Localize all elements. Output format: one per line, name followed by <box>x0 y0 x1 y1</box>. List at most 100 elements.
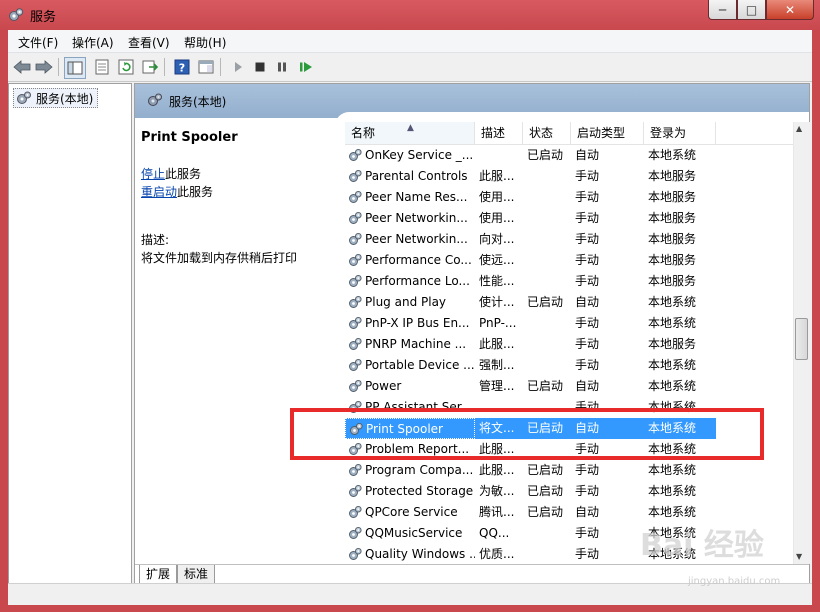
service-startup-type-cell: 自动 <box>575 505 600 519</box>
tree-item-services-local[interactable]: 服务(本地) <box>13 88 99 108</box>
services-window: 服务 ─ □ ✕ 文件(F) 操作(A) 查看(V) 帮助(H) ? 服务(本地… <box>0 0 820 612</box>
service-name-text: OnKey Service _... <box>365 148 474 162</box>
scroll-down-icon[interactable]: ▼ <box>796 552 802 561</box>
service-gear-icon <box>349 211 362 224</box>
service-description-cell: 此服... <box>479 337 515 351</box>
service-name-cell: PNRP Machine ... <box>345 334 475 355</box>
service-status-cell: 已启动 <box>527 505 564 519</box>
service-startup-type-cell: 手动 <box>575 190 600 204</box>
service-name-text: PnP-X IP Bus En... <box>365 316 470 330</box>
table-row[interactable]: Program Compa... 此服... 已启动 手动 本地系统 <box>345 460 793 481</box>
stop-service-icon[interactable] <box>250 57 270 77</box>
service-logon-cell: 本地系统 <box>648 358 697 372</box>
back-arrow-icon[interactable] <box>12 57 32 77</box>
service-description-cell: QQ... <box>479 526 510 540</box>
table-row[interactable]: Portable Device ... 强制... 手动 本地系统 <box>345 355 793 376</box>
console-tree-icon[interactable] <box>64 57 86 79</box>
table-row[interactable]: Parental Controls 此服... 手动 本地服务 <box>345 166 793 187</box>
start-service-icon[interactable] <box>228 57 248 77</box>
tab-extended[interactable]: 扩展 <box>139 565 178 584</box>
service-status-cell: 已启动 <box>527 148 564 162</box>
service-startup-type-cell: 手动 <box>575 253 600 267</box>
pause-service-icon[interactable] <box>272 57 292 77</box>
service-description-cell: 此服... <box>479 463 515 477</box>
service-status-cell <box>523 166 571 187</box>
scroll-up-icon[interactable]: ▲ <box>796 124 802 133</box>
menu-action[interactable]: 操作(A) <box>72 34 114 51</box>
service-description-cell: 此服... <box>479 169 515 183</box>
service-name-cell: Plug and Play <box>345 292 475 313</box>
column-header-row: ▲ 名称 描述 状态 启动类型 登录为 <box>345 122 793 145</box>
forward-arrow-icon[interactable] <box>34 57 54 77</box>
table-row[interactable]: Peer Networkin... 使用... 手动 本地服务 <box>345 208 793 229</box>
service-gear-icon <box>349 253 362 266</box>
service-logon-cell: 本地服务 <box>648 337 697 351</box>
table-row[interactable]: Plug and Play 使计... 已启动 自动 本地系统 <box>345 292 793 313</box>
svg-text:?: ? <box>179 62 185 75</box>
show-hide-action-pane-icon[interactable] <box>196 57 216 77</box>
service-status-cell: 已启动 <box>527 295 564 309</box>
maximize-button[interactable]: □ <box>737 0 766 20</box>
service-gear-icon <box>349 232 362 245</box>
column-header-startup-type[interactable]: 启动类型 <box>571 122 644 144</box>
scrollbar-thumb[interactable] <box>795 318 808 360</box>
watermark-url: jingyan.baidu.com <box>688 576 781 587</box>
stop-service-line: 停止此服务 <box>141 165 331 183</box>
table-row[interactable]: PNRP Machine ... 此服... 手动 本地服务 <box>345 334 793 355</box>
service-description-cell <box>475 145 523 166</box>
title-bar[interactable]: 服务 ─ □ ✕ <box>0 0 820 30</box>
pane-header-title: 服务(本地) <box>169 95 227 109</box>
service-name-text: Performance Co... <box>365 253 472 267</box>
service-name-text: Power <box>365 379 402 393</box>
export-list-icon[interactable] <box>140 57 160 77</box>
table-row[interactable]: Power 管理... 已启动 自动 本地系统 <box>345 376 793 397</box>
refresh-icon[interactable] <box>116 57 136 77</box>
sort-ascending-icon: ▲ <box>407 123 414 133</box>
service-description-cell: 为敏... <box>479 484 515 498</box>
service-name-cell: Quality Windows ... <box>345 544 475 564</box>
table-row[interactable]: Protected Storage 为敏... 已启动 手动 本地系统 <box>345 481 793 502</box>
tab-standard[interactable]: 标准 <box>177 565 216 584</box>
service-description-cell: 使计... <box>479 295 515 309</box>
menu-view[interactable]: 查看(V) <box>128 34 170 51</box>
restart-service-link[interactable]: 重启动 <box>141 185 177 199</box>
stop-service-link[interactable]: 停止 <box>141 167 165 181</box>
column-header-description[interactable]: 描述 <box>475 122 523 144</box>
table-row[interactable]: Performance Co... 使远... 手动 本地服务 <box>345 250 793 271</box>
service-name-text: Parental Controls <box>365 169 468 183</box>
table-row[interactable]: PnP-X IP Bus En... PnP-... 手动 本地系统 <box>345 313 793 334</box>
table-row[interactable]: Peer Name Res... 使用... 手动 本地服务 <box>345 187 793 208</box>
service-logon-cell: 本地服务 <box>648 253 697 267</box>
column-header-logon-as[interactable]: 登录为 <box>644 122 716 144</box>
table-row[interactable]: OnKey Service _... 已启动 自动 本地系统 <box>345 145 793 166</box>
highlight-annotation-box <box>290 408 764 460</box>
minimize-button[interactable]: ─ <box>708 0 737 20</box>
service-gear-icon <box>349 169 362 182</box>
description-label: 描述: <box>141 233 170 247</box>
menu-file[interactable]: 文件(F) <box>18 34 58 51</box>
service-gear-icon <box>349 337 362 350</box>
service-name-text: Peer Name Res... <box>365 190 468 204</box>
table-row[interactable]: Peer Networkin... 向对... 手动 本地服务 <box>345 229 793 250</box>
table-row[interactable]: Performance Lo... 性能... 手动 本地服务 <box>345 271 793 292</box>
window-title: 服务 <box>30 10 57 25</box>
service-description-cell: 向对... <box>479 232 515 246</box>
restart-service-icon[interactable] <box>296 57 316 77</box>
service-status-cell <box>523 229 571 250</box>
watermark-logo: Bai 经验 <box>640 528 764 563</box>
service-description-cell: 使用... <box>479 190 515 204</box>
column-header-status[interactable]: 状态 <box>523 122 571 144</box>
help-icon[interactable]: ? <box>172 57 192 77</box>
console-tree: 服务(本地) <box>8 83 132 603</box>
service-gear-icon <box>349 274 362 287</box>
services-list: ▲ 名称 描述 状态 启动类型 登录为 OnKey Service _... 已启… <box>345 122 793 564</box>
menu-help[interactable]: 帮助(H) <box>184 34 226 51</box>
column-header-name[interactable]: ▲ 名称 <box>345 122 475 144</box>
service-logon-cell: 本地系统 <box>648 484 697 498</box>
close-button[interactable]: ✕ <box>766 0 814 20</box>
client-area: 文件(F) 操作(A) 查看(V) 帮助(H) ? 服务(本地) 服务(本地) … <box>8 30 812 605</box>
service-logon-cell: 本地服务 <box>648 232 697 246</box>
properties-sheet-icon[interactable] <box>92 57 112 77</box>
service-gear-icon <box>349 190 362 203</box>
vertical-scrollbar[interactable]: ▲ ▼ <box>793 122 810 564</box>
